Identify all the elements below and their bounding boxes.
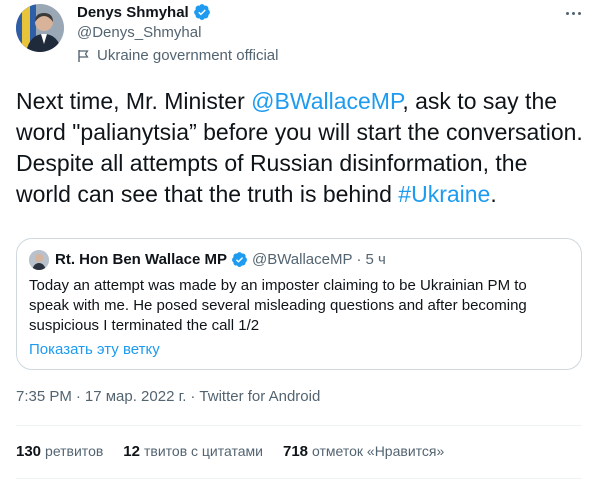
author-name[interactable]: Denys Shmyhal (77, 4, 189, 21)
tweet-text-prefix: Next time, Mr. Minister (16, 88, 252, 114)
government-label-text: Ukraine government official (97, 47, 279, 64)
author-handle[interactable]: @Denys_Shmyhal (77, 24, 201, 41)
likes-label: отметок «Нравится» (312, 443, 445, 459)
author-name-row: Denys Shmyhal (77, 3, 211, 21)
show-thread-link[interactable]: Показать эту ветку (29, 341, 160, 358)
tweet-text-suffix: . (490, 181, 497, 207)
meta-separator: · (75, 388, 81, 405)
quoted-time: 5 ч (365, 251, 386, 268)
tweet-date[interactable]: 17 мар. 2022 г. (85, 388, 187, 405)
likes-count: 718 (282, 443, 309, 460)
quotes-count: 12 (123, 443, 140, 460)
likes-stat[interactable]: 718 отметок «Нравится» (283, 443, 444, 460)
tweet-meta: 7:35 PM · 17 мар. 2022 г. · Twitter for … (16, 388, 320, 405)
quotes-label: твитов с цитатами (143, 443, 263, 459)
tweet-time[interactable]: 7:35 PM (16, 388, 72, 405)
retweets-count: 130 (16, 443, 42, 460)
hashtag-link[interactable]: #Ukraine (398, 181, 490, 207)
quoted-header: Rt. Hon Ben Wallace MP @BWallaceMP · 5 ч (55, 251, 386, 268)
divider (16, 425, 582, 426)
quoted-separator: · (356, 251, 362, 268)
quotes-stat[interactable]: 12 твитов с цитатами (123, 443, 263, 460)
mention-link[interactable]: @BWallaceMP (251, 88, 402, 114)
verified-badge-icon (231, 251, 248, 268)
verified-badge-icon (193, 3, 211, 21)
tweet-stats: 130 ретвитов 12 твитов с цитатами 718 отмет… (16, 443, 464, 460)
flag-icon (77, 49, 91, 63)
divider-bottom (16, 478, 582, 479)
author-avatar[interactable] (16, 4, 64, 52)
quoted-author-handle: @BWallaceMP (251, 251, 353, 268)
tweet: Denys Shmyhal @Denys_Shmyhal Ukraine gov… (0, 0, 598, 482)
quoted-text: Today an attempt was made by an imposter… (29, 277, 527, 334)
quoted-author-name: Rt. Hon Ben Wallace MP (55, 251, 227, 268)
retweets-label: ретвитов (45, 443, 104, 459)
retweets-stat[interactable]: 130 ретвитов (16, 443, 103, 460)
more-icon[interactable] (562, 2, 584, 24)
government-label[interactable]: Ukraine government official (77, 47, 278, 64)
meta-separator-2: · (190, 388, 196, 405)
tweet-text: Next time, Mr. Minister @BWallaceMP, ask… (16, 86, 586, 210)
quoted-author-avatar (29, 250, 49, 270)
quoted-tweet[interactable]: Rt. Hon Ben Wallace MP @BWallaceMP · 5 ч… (16, 238, 582, 370)
tweet-source[interactable]: Twitter for Android (199, 388, 320, 405)
